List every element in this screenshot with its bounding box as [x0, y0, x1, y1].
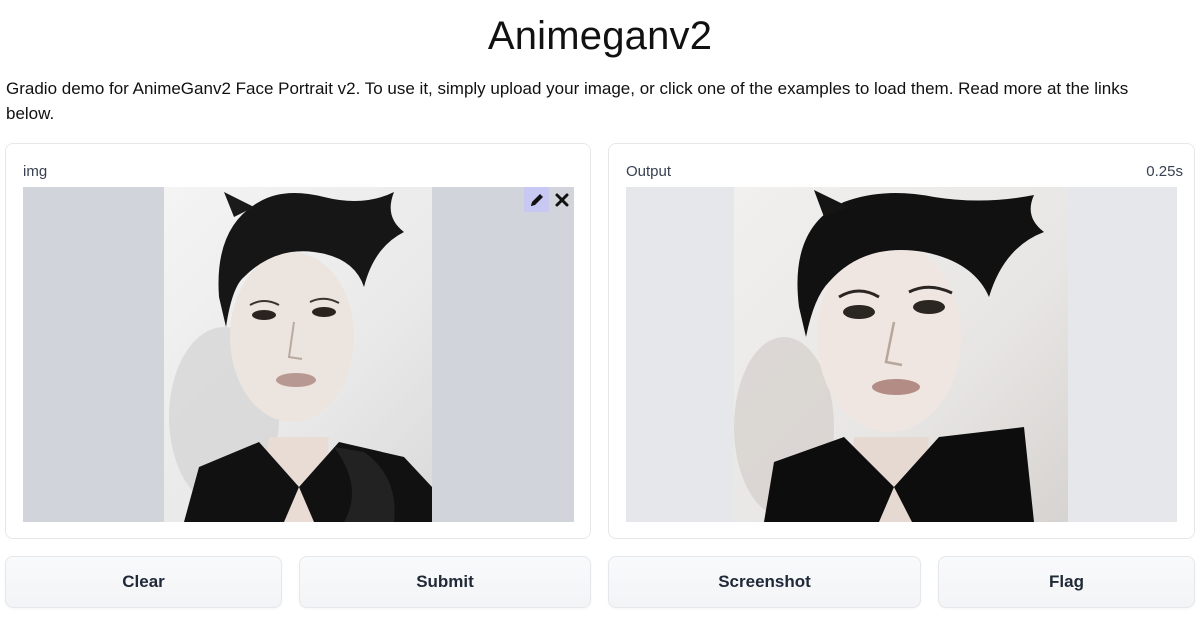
screenshot-button[interactable]: Screenshot [608, 556, 921, 608]
page-description: Gradio demo for AnimeGanv2 Face Portrait… [6, 79, 1129, 123]
clear-button[interactable]: Clear [5, 556, 282, 608]
input-image-area[interactable] [23, 187, 574, 522]
output-label: Output [626, 163, 672, 180]
input-label: img [23, 163, 48, 180]
close-icon[interactable] [549, 187, 574, 212]
input-photo [164, 187, 432, 522]
output-photo [734, 187, 1068, 522]
inference-timer: 0.25s [1146, 163, 1183, 180]
output-image-panel: Output 0.25s [608, 143, 1195, 539]
page-title: Animeganv2 [487, 14, 713, 58]
pencil-icon[interactable] [524, 187, 549, 212]
output-image-area [626, 187, 1177, 522]
flag-button[interactable]: Flag [938, 556, 1195, 608]
image-toolbar [524, 187, 574, 212]
input-image-panel: img [5, 143, 591, 539]
submit-button[interactable]: Submit [299, 556, 591, 608]
